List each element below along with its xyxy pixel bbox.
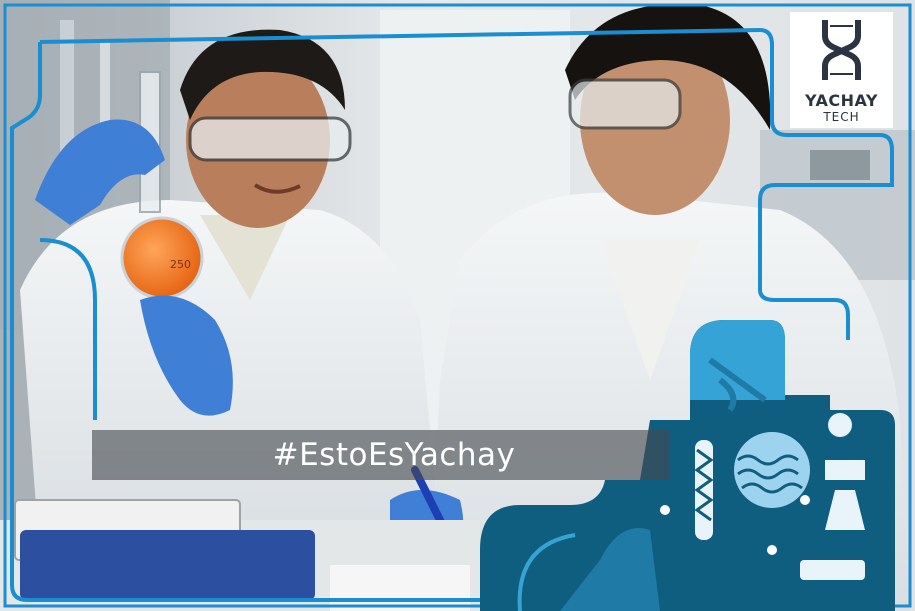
hashtag-banner: #EstoEsYachay — [92, 430, 670, 480]
logo-title: YACHAY — [804, 91, 878, 110]
promo-image: 250 #EstoEsYachay YACHAY TECH — [0, 0, 915, 611]
logo-subtitle: TECH — [823, 110, 860, 124]
notebook — [330, 565, 470, 611]
dna-helix-icon — [822, 20, 861, 80]
hashtag-text: #EstoEsYachay — [272, 437, 516, 473]
goggles-left — [188, 116, 352, 162]
goggles-right — [568, 78, 682, 130]
yachay-tech-logo: YACHAY TECH — [790, 12, 893, 128]
balance-base — [20, 530, 315, 600]
svg-text:250: 250 — [170, 258, 191, 271]
lab-photo: 250 — [0, 0, 915, 611]
